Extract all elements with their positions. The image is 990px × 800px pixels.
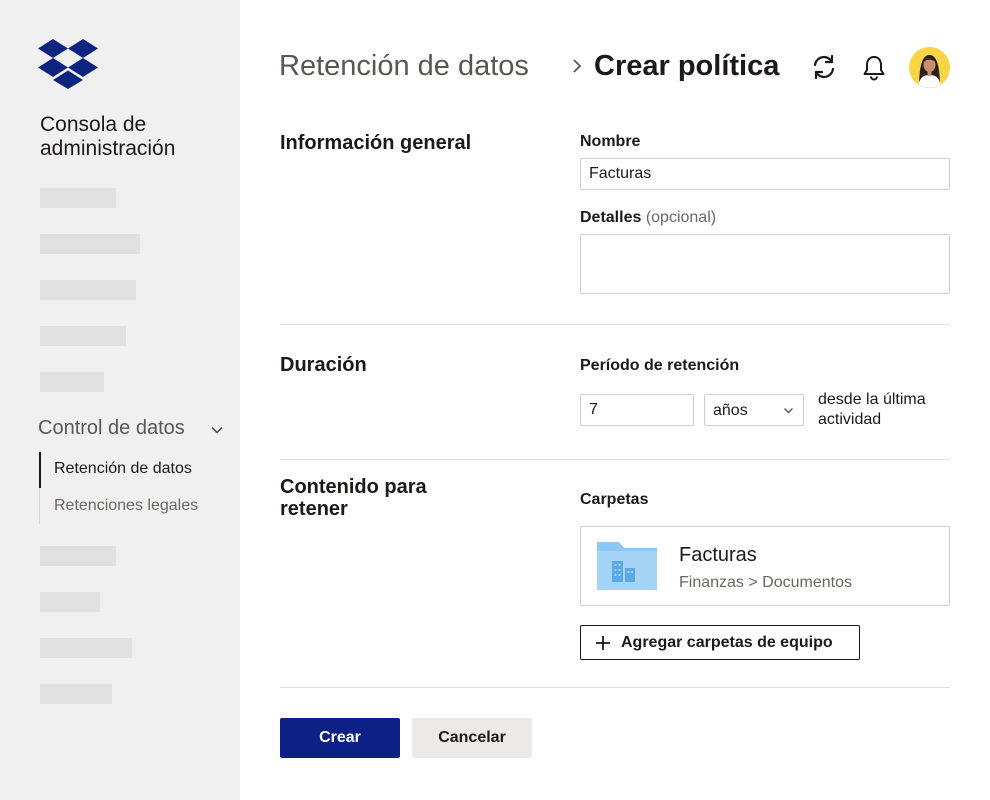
sync-icon[interactable] bbox=[810, 53, 838, 81]
retention-unit-select[interactable]: años bbox=[704, 394, 804, 426]
nav-placeholder[interactable] bbox=[40, 546, 116, 566]
details-optional-hint: (opcional) bbox=[645, 209, 717, 226]
nav-placeholder[interactable] bbox=[40, 592, 100, 612]
retention-period-label: Período de retención bbox=[580, 357, 740, 374]
chevron-right-icon bbox=[573, 59, 582, 73]
retention-unit-value: años bbox=[713, 402, 748, 419]
chevron-down-icon bbox=[211, 426, 223, 434]
details-textarea[interactable] bbox=[580, 234, 950, 294]
sidebar-section-label: Control de datos bbox=[38, 417, 185, 439]
name-label: Nombre bbox=[580, 133, 641, 150]
divider bbox=[280, 687, 950, 688]
sidebar-section-data-control[interactable]: Control de datos bbox=[38, 417, 228, 441]
folder-card[interactable]: Facturas Finanzas > Documentos bbox=[580, 526, 950, 606]
chevron-down-icon bbox=[784, 408, 793, 414]
folder-name: Facturas bbox=[679, 544, 757, 566]
dropbox-logo[interactable] bbox=[38, 39, 98, 89]
active-indicator bbox=[39, 452, 41, 488]
divider bbox=[280, 459, 950, 460]
nav-placeholder[interactable] bbox=[40, 234, 140, 254]
folders-label: Carpetas bbox=[580, 491, 649, 508]
add-team-folders-button[interactable]: Agregar carpetas de equipo bbox=[580, 625, 860, 660]
nav-placeholder[interactable] bbox=[40, 188, 116, 208]
nav-placeholder[interactable] bbox=[40, 280, 136, 300]
nav-placeholder[interactable] bbox=[40, 684, 112, 704]
sidebar-item-legal-holds[interactable]: Retenciones legales bbox=[54, 497, 198, 515]
avatar-portrait bbox=[918, 55, 941, 88]
breadcrumb-parent[interactable]: Retención de datos bbox=[279, 50, 529, 83]
name-input[interactable] bbox=[580, 158, 950, 190]
sidebar-item-data-retention[interactable]: Retención de datos bbox=[54, 460, 192, 478]
create-button[interactable]: Crear bbox=[280, 718, 400, 758]
nav-placeholder[interactable] bbox=[40, 638, 132, 658]
divider bbox=[280, 324, 950, 325]
page-title: Crear política bbox=[594, 50, 780, 82]
sidebar: Consola de administración Control de dat… bbox=[0, 0, 240, 800]
team-folder-icon bbox=[597, 542, 657, 590]
sidebar-subnav: Retención de datos Retenciones legales bbox=[39, 452, 198, 524]
cancel-button[interactable]: Cancelar bbox=[412, 718, 532, 758]
details-label: Detalles (opcional) bbox=[580, 209, 716, 227]
add-team-folders-label: Agregar carpetas de equipo bbox=[621, 634, 833, 651]
section-title-content: Contenido para retener bbox=[280, 476, 427, 520]
bell-icon[interactable] bbox=[860, 53, 888, 81]
section-title-general: Información general bbox=[280, 132, 472, 154]
plus-icon bbox=[596, 636, 610, 650]
section-title-duration: Duración bbox=[280, 354, 367, 376]
console-title: Consola de administración bbox=[40, 113, 176, 160]
retention-period-input[interactable] bbox=[580, 394, 694, 426]
nav-placeholder[interactable] bbox=[40, 372, 104, 392]
retention-suffix: desde la última actividad bbox=[818, 391, 926, 428]
details-label-text: Detalles bbox=[580, 209, 642, 226]
nav-placeholder[interactable] bbox=[40, 326, 126, 346]
folder-path: Finanzas > Documentos bbox=[679, 574, 852, 591]
avatar[interactable] bbox=[909, 47, 950, 88]
